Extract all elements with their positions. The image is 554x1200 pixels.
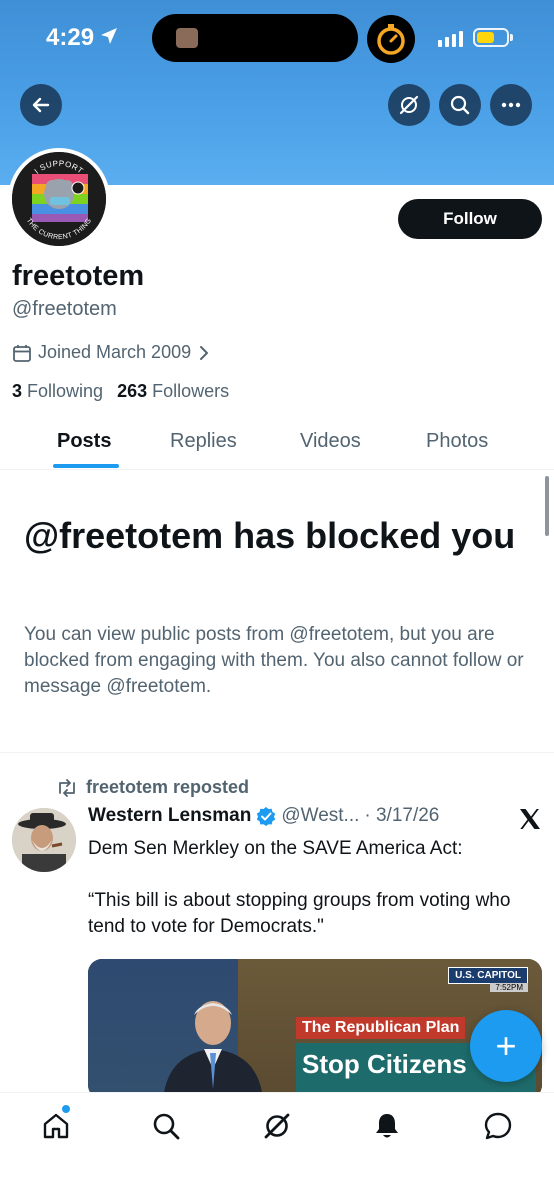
grok-icon (264, 1113, 290, 1139)
bottom-nav (0, 1092, 554, 1200)
chevron-right-icon (200, 345, 209, 360)
notifications-bell-icon (376, 1114, 398, 1138)
arrow-left-icon (32, 97, 50, 113)
tab-posts[interactable]: Posts (57, 430, 111, 453)
calendar-icon (13, 344, 31, 362)
tweet-date[interactable]: · 3/17/26 (364, 805, 439, 827)
scrollbar[interactable] (545, 476, 549, 536)
repost-label: freetotem reposted (86, 777, 250, 797)
nav-messages[interactable] (483, 1111, 513, 1141)
messages-icon (484, 1112, 512, 1140)
cellular-signal-icon (438, 31, 463, 47)
grok-button[interactable] (388, 84, 430, 126)
follow-stats: 3 Following 263 Followers (12, 381, 229, 402)
nav-home[interactable] (41, 1111, 71, 1141)
more-button[interactable] (490, 84, 532, 126)
active-tab-indicator (53, 464, 119, 468)
more-horizontal-icon (501, 102, 521, 108)
following-link[interactable]: 3 Following (12, 381, 103, 402)
profile-handle: @freetotem (12, 298, 117, 320)
repost-indicator[interactable]: freetotem reposted (56, 777, 249, 798)
search-icon (153, 1113, 180, 1140)
profile-tabs: Posts Replies Videos Photos (0, 418, 554, 470)
tweet-author-handle[interactable]: @West... (281, 805, 359, 827)
followers-link[interactable]: 263 Followers (117, 381, 229, 402)
tweet-author-name[interactable]: Western Lensman (88, 805, 251, 827)
followers-count: 263 (117, 381, 148, 401)
display-name: freetotem (12, 260, 145, 292)
nav-search[interactable] (151, 1111, 181, 1141)
search-icon (450, 95, 470, 115)
tab-photos[interactable]: Photos (426, 430, 488, 453)
blocked-title: @freetotem has blocked you (24, 515, 516, 556)
following-label: Following (27, 381, 104, 401)
avatar-image: I SUPPORT THE CURRENT THING (12, 152, 106, 246)
following-count: 3 (12, 381, 23, 401)
repost-icon (59, 778, 75, 797)
tab-replies[interactable]: Replies (170, 430, 237, 453)
verified-badge-icon (257, 807, 276, 826)
battery-icon (473, 28, 509, 47)
follow-button[interactable]: Follow (398, 199, 542, 239)
home-notification-dot (62, 1105, 70, 1113)
joined-date[interactable]: Joined March 2009 (12, 342, 211, 363)
x-logo-icon (518, 807, 542, 838)
badge-time: 7:52PM (490, 983, 528, 992)
grok-icon (399, 95, 419, 115)
timer-icon (367, 15, 415, 63)
tweet-author-avatar[interactable] (12, 808, 76, 872)
dynamic-island (152, 14, 358, 62)
followers-label: Followers (152, 381, 230, 401)
nav-notifications[interactable] (372, 1111, 402, 1141)
status-time: 4:29 (46, 24, 95, 51)
profile-avatar[interactable]: I SUPPORT THE CURRENT THING (8, 148, 110, 250)
network-badge: U.S. CAPITOL (448, 967, 528, 984)
tab-videos[interactable]: Videos (300, 430, 361, 453)
tweet-text: Dem Sen Merkley on the SAVE America Act:… (88, 838, 511, 937)
speaker-figure (163, 1001, 263, 1099)
nav-grok[interactable] (262, 1111, 292, 1141)
search-button[interactable] (439, 84, 481, 126)
media-caption: The Republican Plan (296, 1017, 466, 1039)
back-button[interactable] (20, 84, 62, 126)
compose-post-button[interactable]: + (470, 1010, 542, 1082)
tweet-header: Western Lensman @West... · 3/17/26 (88, 805, 439, 827)
joined-label: Joined March 2009 (38, 342, 192, 362)
island-thumbnail (176, 28, 198, 48)
blocked-message: You can view public posts from @freetote… (24, 624, 524, 697)
location-arrow-icon (101, 28, 117, 44)
home-icon (43, 1113, 69, 1139)
divider (0, 752, 554, 753)
